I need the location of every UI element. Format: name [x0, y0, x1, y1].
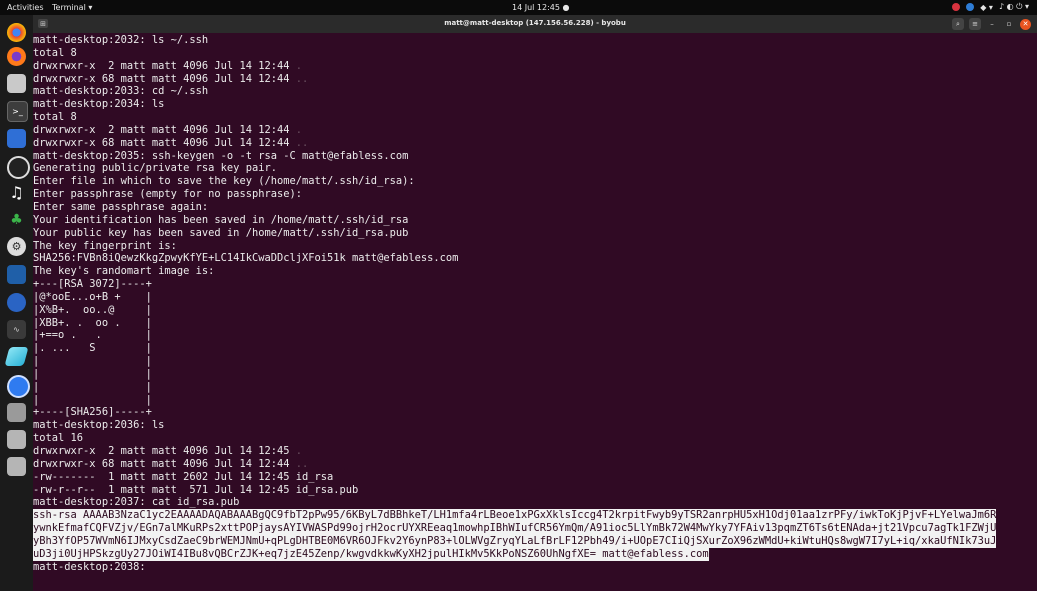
terminal-line: total 8 — [33, 46, 77, 59]
pubkey-line[interactable]: yBh3YfOP57WVmN6IJMxyCsdZaeC9brWEMJNmU+qP… — [33, 534, 1037, 548]
top-bar: Activities Terminal ▾ 14 Jul 12:45 ● ◆ ▾… — [0, 0, 1037, 15]
close-button[interactable]: ✕ — [1020, 18, 1031, 30]
dir-dot: . — [295, 123, 303, 136]
terminal-line: drwxrwxr-x 68 matt matt 4096 Jul 14 12:4… — [33, 73, 1037, 86]
terminal-line: The key's randomart image is: — [33, 265, 215, 278]
eraser-icon[interactable] — [4, 347, 29, 366]
minimize-button[interactable]: – — [986, 18, 998, 30]
dir-dot: .. — [295, 72, 309, 85]
settings-icon[interactable]: ⚙ — [7, 237, 26, 256]
terminal-line: matt-desktop:2035: ssh-keygen -o -t rsa … — [33, 149, 409, 162]
randomart-line: | | — [33, 393, 152, 406]
terminal-line: Your identification has been saved in /h… — [33, 213, 409, 226]
chrome-icon[interactable] — [7, 23, 26, 42]
window-title: matt@matt-desktop (147.156.56.228) - byo… — [444, 19, 626, 27]
randomart-line: |@*ooE...o+B + | — [33, 290, 152, 303]
randomart-line: +----[SHA256]-----+ — [33, 406, 152, 419]
screenshot-icon[interactable] — [7, 129, 26, 148]
randomart-line: |X%B+. oo..@ | — [33, 303, 152, 316]
randomart-line: |+==o . . | — [33, 329, 152, 342]
obs-icon[interactable] — [7, 156, 30, 179]
window-controls: ⌕ ≡ – ▫ ✕ — [952, 18, 1031, 30]
selected-text[interactable]: ssh-rsa AAAAB3NzaC1yc2EAAAADAQABAAABgQC9… — [33, 509, 997, 523]
pubkey-line[interactable]: uD3ji0UjHPSkzgUy27JOiWI4IBu8vQBCrZJK+eq7… — [33, 547, 1037, 561]
network-icon[interactable]: ◆ ▾ — [980, 3, 993, 12]
line-text: drwxrwxr-x 2 matt matt 4096 Jul 14 12:44 — [33, 59, 296, 72]
activities-button[interactable]: Activities — [7, 3, 44, 12]
dir-dot: .. — [295, 136, 309, 149]
line-text: drwxrwxr-x 2 matt matt 4096 Jul 14 12:44 — [33, 123, 296, 136]
terminal-line: Your public key has been saved in /home/… — [33, 226, 409, 239]
menu-button[interactable]: ≡ — [969, 18, 981, 30]
randomart-line: |. ... S | — [33, 342, 152, 355]
title-bar[interactable]: ⊞ matt@matt-desktop (147.156.56.228) - b… — [33, 15, 1037, 33]
dir-dot: .. — [295, 457, 309, 470]
terminal-line: drwxrwxr-x 2 matt matt 4096 Jul 14 12:44… — [33, 60, 1037, 73]
vscode-icon[interactable] — [7, 265, 26, 284]
system-tray[interactable]: ◆ ▾ ♪ ◐ ⏻ ▾ — [952, 2, 1029, 12]
line-text: drwxrwxr-x 2 matt matt 4096 Jul 14 12:45 — [33, 445, 296, 457]
plant-icon[interactable]: ♣ — [7, 210, 26, 229]
terminal-line: matt-desktop:2033: cd ~/.ssh — [33, 85, 209, 98]
randomart-line: +---[RSA 3072]----+ — [33, 278, 152, 291]
selected-text[interactable]: ywnkEfmafCQFVZjv/EGn7alMKuRPs2xttPOPjays… — [33, 522, 997, 535]
line-text: drwxrwxr-x 68 matt matt 4096 Jul 14 12:4… — [33, 136, 296, 149]
files-icon[interactable] — [7, 74, 26, 93]
terminal-line: Enter passphrase (empty for no passphras… — [33, 188, 302, 201]
terminal-line: -rw------- 1 matt matt 2602 Jul 14 12:45… — [33, 470, 334, 483]
usb-icon-2[interactable] — [7, 457, 26, 476]
terminal-line: The key fingerprint is: — [33, 239, 177, 252]
clock[interactable]: 14 Jul 12:45 ● — [512, 3, 570, 12]
terminal-line: matt-desktop:2034: ls — [33, 98, 165, 111]
monitor-icon[interactable]: ∿ — [7, 320, 26, 339]
terminal-line: total 16 — [33, 432, 84, 445]
randomart-line: | | — [33, 380, 152, 393]
selected-text[interactable]: yBh3YfOP57WVmN6IJMxyCsdZaeC9brWEMJNmU+qP… — [33, 534, 997, 548]
terminal-line: -rw-r--r-- 1 matt matt 571 Jul 14 12:45 … — [33, 483, 359, 496]
circle-app-icon[interactable] — [7, 375, 30, 398]
line-text: drwxrwxr-x 68 matt matt 4096 Jul 14 12:4… — [33, 457, 296, 470]
terminal-line: drwxrwxr-x 68 matt matt 4096 Jul 14 12:4… — [33, 458, 1037, 471]
line-text: drwxrwxr-x 68 matt matt 4096 Jul 14 12:4… — [33, 72, 296, 85]
selected-text[interactable]: uD3ji0UjHPSkzgUy27JOiWI4IBu8vQBCrZJK+eq7… — [33, 547, 709, 561]
dir-dot: . — [295, 59, 303, 72]
randomart-line: | | — [33, 367, 152, 380]
record-icon[interactable] — [952, 3, 961, 11]
search-button[interactable]: ⌕ — [952, 18, 964, 30]
dock: >_ ♫ ♣ ⚙ ∿ — [0, 15, 33, 591]
dir-dot: . — [295, 445, 303, 457]
terminal-line: matt-desktop:2032: ls ~/.ssh — [33, 34, 209, 46]
terminal-line: drwxrwxr-x 2 matt matt 4096 Jul 14 12:45… — [33, 445, 1037, 458]
music-icon[interactable]: ♫ — [7, 183, 26, 202]
terminal-window: ⊞ matt@matt-desktop (147.156.56.228) - b… — [33, 15, 1037, 591]
terminal-output[interactable]: matt-desktop:2032: ls ~/.ssh total 8 drw… — [33, 34, 1037, 591]
terminal-line: matt-desktop:2036: ls — [33, 419, 165, 432]
system-menu-icon[interactable]: ♪ ◐ ⏻ ▾ — [999, 2, 1029, 12]
terminal-line: drwxrwxr-x 68 matt matt 4096 Jul 14 12:4… — [33, 137, 1037, 150]
terminal-line: matt-desktop:2037: cat id_rsa.pub — [33, 496, 240, 509]
app-menu-terminal[interactable]: Terminal ▾ — [52, 3, 92, 12]
pubkey-line[interactable]: ywnkEfmafCQFVZjv/EGn7alMKuRPs2xttPOPjays… — [33, 522, 1037, 535]
usb-icon[interactable] — [7, 430, 26, 449]
maximize-button[interactable]: ▫ — [1003, 18, 1015, 30]
randomart-line: | | — [33, 355, 152, 368]
terminal-line: Enter same passphrase again: — [33, 200, 209, 213]
terminal-line: Enter file in which to save the key (/ho… — [33, 175, 415, 188]
terminal-line: SHA256:FVBn8iQewzKkgZpwyKfYE+LC14IkCwaDD… — [33, 252, 459, 265]
terminal-line: Generating public/private rsa key pair. — [33, 162, 277, 175]
pubkey-line[interactable]: ssh-rsa AAAAB3NzaC1yc2EAAAADAQABAAABgQC9… — [33, 509, 1037, 523]
terminal-line: total 8 — [33, 111, 77, 124]
randomart-line: |XBB+. . oo . | — [33, 316, 152, 329]
firefox-icon[interactable] — [7, 47, 26, 66]
current-prompt[interactable]: matt-desktop:2038: — [33, 561, 1037, 574]
update-icon[interactable] — [966, 3, 975, 11]
terminal-icon[interactable]: >_ — [7, 101, 28, 122]
terminal-line: drwxrwxr-x 2 matt matt 4096 Jul 14 12:44… — [33, 124, 1037, 137]
drive-icon[interactable] — [7, 403, 26, 422]
davinci-icon[interactable] — [7, 293, 26, 312]
